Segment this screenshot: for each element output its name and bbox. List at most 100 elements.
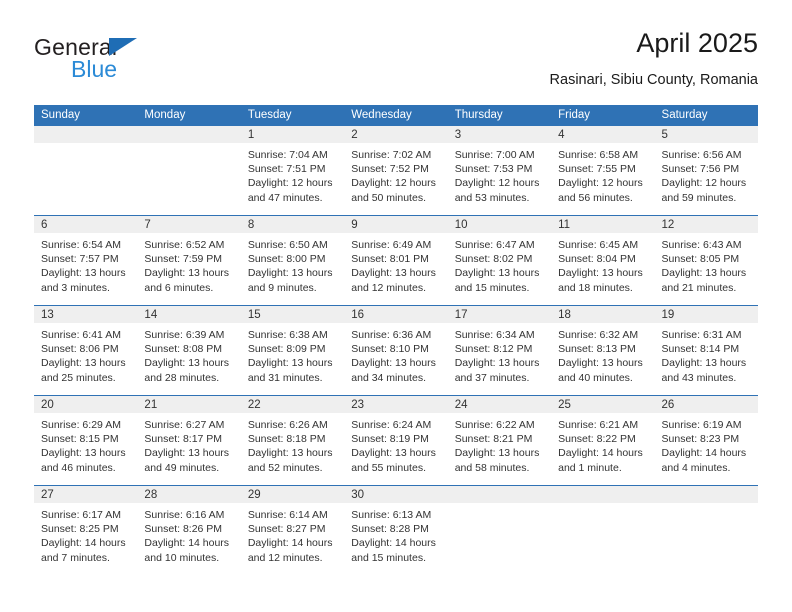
day-cell-content: 22 Sunrise: 6:26 AM Sunset: 8:18 PM Dayligh…	[240, 396, 345, 485]
day-cell-content	[551, 486, 655, 575]
daylight-text-line1: Daylight: 13 hours	[144, 447, 230, 460]
day-cell-content: 5 Sunrise: 6:56 AM Sunset: 7:56 PM Daylight…	[654, 126, 758, 215]
calendar-day-cell[interactable]: 16 Sunrise: 6:36 AM Sunset: 8:10 PM Dayligh…	[344, 305, 448, 396]
calendar-day-cell[interactable]: 13 Sunrise: 6:41 AM Sunset: 8:06 PM Dayligh…	[34, 305, 138, 396]
calendar-day-cell[interactable]: 1 Sunrise: 7:04 AM Sunset: 7:51 PM Daylight…	[240, 126, 345, 216]
daylight-text-line1: Daylight: 14 hours	[558, 447, 643, 460]
calendar-day-cell[interactable]: 8 Sunrise: 6:50 AM Sunset: 8:00 PM Daylight…	[240, 215, 345, 306]
daylight-text-line2: and 3 minutes.	[41, 281, 110, 294]
weekday-header-friday: Friday	[551, 105, 655, 126]
calendar-day-cell[interactable]: 25 Sunrise: 6:21 AM Sunset: 8:22 PM Dayligh…	[551, 395, 655, 486]
day-cell-content	[654, 486, 758, 575]
sunset-text: Sunset: 8:01 PM	[351, 253, 429, 266]
day-details: Sunrise: 6:29 AM Sunset: 8:15 PM Daylight:…	[34, 413, 137, 475]
daylight-text-line2: and 15 minutes.	[454, 281, 530, 294]
sunrise-text: Sunrise: 6:17 AM	[41, 509, 121, 521]
calendar-week-row: 13 Sunrise: 6:41 AM Sunset: 8:06 PM Dayligh…	[34, 305, 758, 396]
calendar-day-cell[interactable]: 2 Sunrise: 7:02 AM Sunset: 7:52 PM Daylight…	[344, 126, 448, 216]
day-cell-content: 15 Sunrise: 6:38 AM Sunset: 8:09 PM Dayligh…	[240, 306, 345, 395]
daylight-text-line1: Daylight: 13 hours	[558, 267, 643, 280]
calendar-day-cell[interactable]: 17 Sunrise: 6:34 AM Sunset: 8:12 PM Dayligh…	[447, 305, 552, 396]
day-details: Sunrise: 6:56 AM Sunset: 7:56 PM Daylight:…	[655, 143, 758, 205]
calendar-day-cell[interactable]: 23 Sunrise: 6:24 AM Sunset: 8:19 PM Dayligh…	[344, 395, 448, 486]
sunrise-text: Sunrise: 6:32 AM	[558, 329, 639, 341]
calendar-day-cell[interactable]: 7 Sunrise: 6:52 AM Sunset: 7:59 PM Daylight…	[137, 215, 241, 306]
day-number: 19	[654, 306, 758, 323]
day-details: Sunrise: 6:19 AM Sunset: 8:23 PM Daylight:…	[655, 413, 758, 475]
sunrise-text: Sunrise: 6:34 AM	[454, 329, 535, 341]
sunset-text: Sunset: 8:13 PM	[558, 343, 636, 356]
calendar-day-cell[interactable]: 27 Sunrise: 6:17 AM Sunset: 8:25 PM Dayligh…	[34, 485, 138, 575]
day-cell-content: 3 Sunrise: 7:00 AM Sunset: 7:53 PM Daylight…	[447, 126, 552, 215]
calendar-day-cell[interactable]: 29 Sunrise: 6:14 AM Sunset: 8:27 PM Dayligh…	[240, 485, 345, 575]
sunrise-text: Sunrise: 6:38 AM	[247, 329, 328, 341]
calendar-day-cell[interactable]: 28 Sunrise: 6:16 AM Sunset: 8:26 PM Dayligh…	[137, 485, 241, 575]
daylight-text-line1: Daylight: 14 hours	[144, 537, 230, 550]
daylight-text-line2: and 37 minutes.	[454, 371, 530, 384]
sunset-text: Sunset: 8:21 PM	[454, 433, 533, 446]
daylight-text-line2: and 59 minutes.	[661, 191, 737, 204]
calendar-day-cell[interactable]: 21 Sunrise: 6:27 AM Sunset: 8:17 PM Dayligh…	[137, 395, 241, 486]
weekday-header-wednesday: Wednesday	[344, 105, 448, 126]
day-details: Sunrise: 6:24 AM Sunset: 8:19 PM Daylight:…	[344, 413, 447, 475]
daylight-text-line1: Daylight: 13 hours	[454, 447, 540, 460]
day-cell-content: 11 Sunrise: 6:45 AM Sunset: 8:04 PM Dayligh…	[551, 216, 655, 305]
sunrise-text: Sunrise: 6:19 AM	[661, 419, 742, 431]
calendar-day-cell[interactable]: 4 Sunrise: 6:58 AM Sunset: 7:55 PM Daylight…	[551, 126, 655, 216]
day-cell-content	[447, 486, 552, 575]
calendar-empty-cell	[654, 485, 758, 575]
sunrise-text: Sunrise: 6:56 AM	[661, 149, 742, 161]
sunrise-text: Sunrise: 7:04 AM	[247, 149, 328, 161]
sunset-text: Sunset: 8:14 PM	[661, 343, 740, 356]
day-details: Sunrise: 6:32 AM Sunset: 8:13 PM Daylight:…	[551, 323, 654, 385]
calendar-day-cell[interactable]: 6 Sunrise: 6:54 AM Sunset: 7:57 PM Daylight…	[34, 215, 138, 306]
calendar-day-cell[interactable]: 24 Sunrise: 6:22 AM Sunset: 8:21 PM Dayligh…	[447, 395, 552, 486]
calendar-day-cell[interactable]: 20 Sunrise: 6:29 AM Sunset: 8:15 PM Dayligh…	[34, 395, 138, 486]
day-cell-content: 12 Sunrise: 6:43 AM Sunset: 8:05 PM Dayligh…	[654, 216, 758, 305]
daylight-text-line1: Daylight: 13 hours	[41, 447, 126, 460]
day-number	[551, 486, 655, 503]
day-cell-content: 24 Sunrise: 6:22 AM Sunset: 8:21 PM Dayligh…	[447, 396, 552, 485]
calendar-day-cell[interactable]: 19 Sunrise: 6:31 AM Sunset: 8:14 PM Dayligh…	[654, 305, 758, 396]
page-subtitle: Rasinari, Sibiu County, Romania	[549, 72, 758, 88]
calendar-day-cell[interactable]: 12 Sunrise: 6:43 AM Sunset: 8:05 PM Dayligh…	[654, 215, 758, 306]
general-blue-logo: General Blue	[34, 34, 244, 90]
daylight-text-line2: and 28 minutes.	[144, 371, 220, 384]
daylight-text-line2: and 7 minutes.	[41, 551, 110, 564]
sunset-text: Sunset: 8:26 PM	[144, 523, 223, 536]
calendar-day-cell[interactable]: 30 Sunrise: 6:13 AM Sunset: 8:28 PM Dayligh…	[344, 485, 448, 575]
daylight-text-line2: and 52 minutes.	[247, 461, 323, 474]
day-cell-content: 6 Sunrise: 6:54 AM Sunset: 7:57 PM Daylight…	[34, 216, 138, 305]
day-cell-content: 7 Sunrise: 6:52 AM Sunset: 7:59 PM Daylight…	[137, 216, 241, 305]
day-details: Sunrise: 6:21 AM Sunset: 8:22 PM Daylight:…	[551, 413, 654, 475]
day-number: 29	[240, 486, 345, 503]
day-cell-content: 1 Sunrise: 7:04 AM Sunset: 7:51 PM Daylight…	[240, 126, 345, 215]
day-number: 18	[551, 306, 655, 323]
day-details: Sunrise: 6:49 AM Sunset: 8:01 PM Daylight:…	[344, 233, 447, 295]
day-cell-content: 9 Sunrise: 6:49 AM Sunset: 8:01 PM Daylight…	[344, 216, 448, 305]
calendar-day-cell[interactable]: 10 Sunrise: 6:47 AM Sunset: 8:02 PM Dayligh…	[447, 215, 552, 306]
calendar-day-cell[interactable]: 3 Sunrise: 7:00 AM Sunset: 7:53 PM Daylight…	[447, 126, 552, 216]
daylight-text-line1: Daylight: 13 hours	[41, 357, 126, 370]
daylight-text-line1: Daylight: 13 hours	[247, 447, 333, 460]
page-title: April 2025	[636, 28, 758, 58]
calendar-day-cell[interactable]: 11 Sunrise: 6:45 AM Sunset: 8:04 PM Dayligh…	[551, 215, 655, 306]
calendar-day-cell[interactable]: 26 Sunrise: 6:19 AM Sunset: 8:23 PM Dayligh…	[654, 395, 758, 486]
daylight-text-line1: Daylight: 13 hours	[247, 267, 333, 280]
calendar-day-cell[interactable]: 14 Sunrise: 6:39 AM Sunset: 8:08 PM Dayligh…	[137, 305, 241, 396]
calendar-week-row: 6 Sunrise: 6:54 AM Sunset: 7:57 PM Daylight…	[34, 215, 758, 306]
day-number: 9	[344, 216, 448, 233]
calendar-day-cell[interactable]: 18 Sunrise: 6:32 AM Sunset: 8:13 PM Dayligh…	[551, 305, 655, 396]
day-number: 2	[344, 126, 448, 143]
calendar-day-cell[interactable]: 15 Sunrise: 6:38 AM Sunset: 8:09 PM Dayligh…	[240, 305, 345, 396]
day-cell-content: 19 Sunrise: 6:31 AM Sunset: 8:14 PM Dayligh…	[654, 306, 758, 395]
calendar-day-cell[interactable]: 5 Sunrise: 6:56 AM Sunset: 7:56 PM Daylight…	[654, 126, 758, 216]
day-cell-content: 23 Sunrise: 6:24 AM Sunset: 8:19 PM Dayligh…	[344, 396, 448, 485]
daylight-text-line1: Daylight: 13 hours	[144, 267, 230, 280]
calendar-day-cell[interactable]: 9 Sunrise: 6:49 AM Sunset: 8:01 PM Daylight…	[344, 215, 448, 306]
daylight-text-line2: and 25 minutes.	[41, 371, 116, 384]
day-number: 12	[654, 216, 758, 233]
day-details: Sunrise: 6:52 AM Sunset: 7:59 PM Daylight:…	[137, 233, 240, 295]
calendar-day-cell[interactable]: 22 Sunrise: 6:26 AM Sunset: 8:18 PM Dayligh…	[240, 395, 345, 486]
sunset-text: Sunset: 7:55 PM	[558, 163, 636, 176]
